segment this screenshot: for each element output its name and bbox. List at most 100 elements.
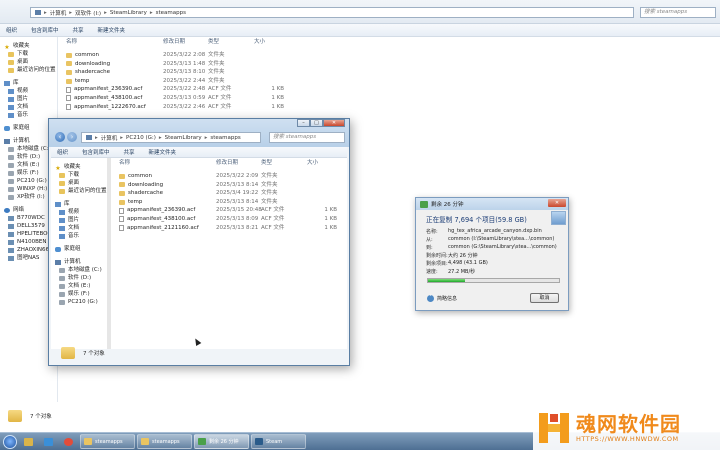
column-date[interactable]: 修改日期	[216, 159, 261, 168]
forward-arrow-icon[interactable]: ›	[67, 132, 77, 142]
minimize-button[interactable]: –	[297, 119, 310, 127]
breadcrumb-separator[interactable]: ▸	[69, 10, 72, 16]
file-row[interactable]: temp 2025/3/22 2:44 文件夹	[66, 77, 284, 86]
file-row[interactable]: common 2025/3/22 2:09 文件夹	[119, 172, 337, 181]
column-name[interactable]: 名称	[66, 38, 163, 47]
sidebar-item[interactable]: 娱乐 (F:)	[51, 290, 110, 298]
share-button[interactable]: 共享	[124, 148, 135, 156]
file-row[interactable]: appmanifest_236390.acf 2025/3/22 2:48 ACF …	[66, 85, 284, 94]
front-search-input[interactable]: 搜索 steamapps	[269, 132, 345, 143]
organize-button[interactable]: 组织	[57, 148, 68, 156]
taskbar-task-label: Steam	[266, 438, 283, 445]
breadcrumb-item[interactable]: 计算机	[50, 9, 67, 17]
file-row[interactable]: appmanifest_236390.acf 2025/3/15 20:48 ACF…	[119, 206, 337, 215]
taskbar-pin-explorer[interactable]	[20, 434, 37, 449]
sidebar-item[interactable]: 计算机	[51, 258, 110, 266]
taskbar-task[interactable]: Steam	[251, 434, 306, 449]
breadcrumb-item[interactable]: PC210 (G:)	[126, 135, 156, 141]
cancel-button[interactable]: 取消	[530, 293, 559, 303]
file-row[interactable]: common 2025/3/22 2:08 文件夹	[66, 51, 284, 60]
front-sidebar: ★ 收藏夹 下载 桌面 最近访问的位置库视频 图片 文档 音乐家庭组计算机 本地磁盘 (C:) 软…	[51, 158, 111, 349]
sidebar-item[interactable]: 视频	[0, 87, 57, 95]
sidebar-item[interactable]: 下载	[51, 171, 110, 179]
breadcrumb-item[interactable]: 计算机	[101, 134, 118, 142]
back-search-input[interactable]: 搜索 steamapps	[640, 7, 716, 18]
back-address-bar[interactable]: ▸ 计算机 ▸ 双软件 (I:) ▸ SteamLibrary ▸ steamapps	[30, 7, 634, 18]
include-library-button[interactable]: 包含到库中	[31, 26, 59, 34]
file-row[interactable]: downloading 2025/3/13 8:14 文件夹	[119, 181, 337, 190]
start-button[interactable]	[3, 434, 17, 449]
file-row[interactable]: appmanifest_2121160.acf 2025/3/13 8:21 ACF…	[119, 224, 337, 233]
sidebar-item[interactable]: 库	[0, 79, 57, 87]
less-details-toggle[interactable]: ˄ 简略信息	[427, 295, 457, 302]
organize-button[interactable]: 组织	[6, 26, 17, 34]
include-library-button[interactable]: 包含到库中	[82, 148, 110, 156]
sidebar-item[interactable]: 桌面	[51, 179, 110, 187]
file-row[interactable]: appmanifest_438100.acf 2025/3/13 0:59 ACF …	[66, 94, 284, 103]
sidebar-item[interactable]: 音乐	[51, 232, 110, 240]
front-title-bar[interactable]: – □ ✕ ‹ › ▸ 计算机 ▸ PC210 (G:) ▸ SteamLibrary ▸ s…	[49, 119, 349, 147]
breadcrumb-item[interactable]: SteamLibrary	[165, 135, 202, 141]
sidebar-item[interactable]: 最近访问的位置	[0, 66, 57, 74]
breadcrumb-separator[interactable]: ▸	[159, 135, 162, 141]
column-date[interactable]: 修改日期	[163, 38, 208, 47]
taskbar-pin-media[interactable]	[40, 434, 57, 449]
sidebar-item[interactable]: 图片	[0, 95, 57, 103]
breadcrumb-separator[interactable]: ▸	[120, 135, 123, 141]
back-arrow-icon[interactable]: ‹	[55, 132, 65, 142]
sidebar-item-label: WINXP (H:)	[17, 186, 48, 192]
share-button[interactable]: 共享	[73, 26, 84, 34]
taskbar-pin-browser[interactable]	[60, 434, 77, 449]
file-icon	[66, 103, 71, 110]
new-folder-button[interactable]: 新建文件夹	[98, 26, 126, 34]
column-name[interactable]: 名称	[119, 159, 216, 168]
file-type: ACF 文件	[261, 207, 285, 214]
sidebar-item[interactable]: ★ 收藏夹	[51, 163, 110, 172]
file-row[interactable]: shadercache 2025/3/13 8:10 文件夹	[66, 68, 284, 77]
column-size[interactable]: 大小	[254, 38, 284, 47]
sidebar-item[interactable]: 文档	[0, 103, 57, 111]
new-folder-button[interactable]: 新建文件夹	[149, 148, 177, 156]
copy-dialog-title-bar[interactable]: 剩余 26 分钟	[416, 198, 568, 210]
close-button[interactable]: ✕	[548, 199, 566, 207]
breadcrumb-separator[interactable]: ▸	[44, 10, 47, 16]
sidebar-item[interactable]: 最近访问的位置	[51, 187, 110, 195]
sidebar-item-label: B770WDC	[17, 215, 45, 221]
sidebar-item[interactable]: 桌面	[0, 58, 57, 66]
breadcrumb-separator[interactable]: ▸	[205, 135, 208, 141]
breadcrumb-separator[interactable]: ▸	[150, 10, 153, 16]
taskbar-task[interactable]: steamapps	[80, 434, 135, 449]
sidebar-item[interactable]: 文档	[51, 224, 110, 232]
maximize-button[interactable]: □	[310, 119, 323, 127]
sidebar-item[interactable]: PC210 (G:)	[51, 298, 110, 306]
file-row[interactable]: appmanifest_1222670.acf 2025/3/22 2:46 ACF…	[66, 103, 284, 112]
file-row[interactable]: temp 2025/3/13 8:14 文件夹	[119, 198, 337, 207]
front-address-bar[interactable]: ▸ 计算机 ▸ PC210 (G:) ▸ SteamLibrary ▸ steamapps	[81, 132, 261, 143]
breadcrumb-separator[interactable]: ▸	[95, 135, 98, 141]
breadcrumb-separator[interactable]: ▸	[104, 10, 107, 16]
sidebar-item[interactable]: ★ 收藏夹	[0, 42, 57, 51]
close-button[interactable]: ✕	[323, 119, 345, 127]
breadcrumb-item[interactable]: steamapps	[156, 10, 186, 16]
file-type: 文件夹	[261, 190, 278, 197]
sidebar-item[interactable]: 库	[51, 200, 110, 208]
sidebar-item[interactable]: 本地磁盘 (C:)	[51, 266, 110, 274]
sidebar-item[interactable]: 下载	[0, 50, 57, 58]
taskbar-task[interactable]: 剩余 26 分钟	[194, 434, 249, 449]
sidebar-item[interactable]: 家庭组	[51, 245, 110, 253]
front-sidebar-scrollbar[interactable]	[107, 158, 111, 349]
column-type[interactable]: 类型	[208, 38, 254, 47]
sidebar-item[interactable]: 软件 (D:)	[51, 274, 110, 282]
sidebar-item[interactable]: 文档 (E:)	[51, 282, 110, 290]
breadcrumb-item[interactable]: 双软件 (I:)	[75, 9, 101, 17]
taskbar-task[interactable]: steamapps	[137, 434, 192, 449]
file-row[interactable]: appmanifest_438100.acf 2025/3/13 8:09 ACF …	[119, 215, 337, 224]
breadcrumb-item[interactable]: SteamLibrary	[110, 10, 147, 16]
column-size[interactable]: 大小	[307, 159, 337, 168]
column-type[interactable]: 类型	[261, 159, 307, 168]
breadcrumb-item[interactable]: steamapps	[210, 135, 240, 141]
sidebar-item[interactable]: 图片	[51, 216, 110, 224]
file-row[interactable]: downloading 2025/3/13 1:48 文件夹	[66, 60, 284, 69]
file-row[interactable]: shadercache 2025/3/4 19:22 文件夹	[119, 189, 337, 198]
sidebar-item[interactable]: 视频	[51, 208, 110, 216]
